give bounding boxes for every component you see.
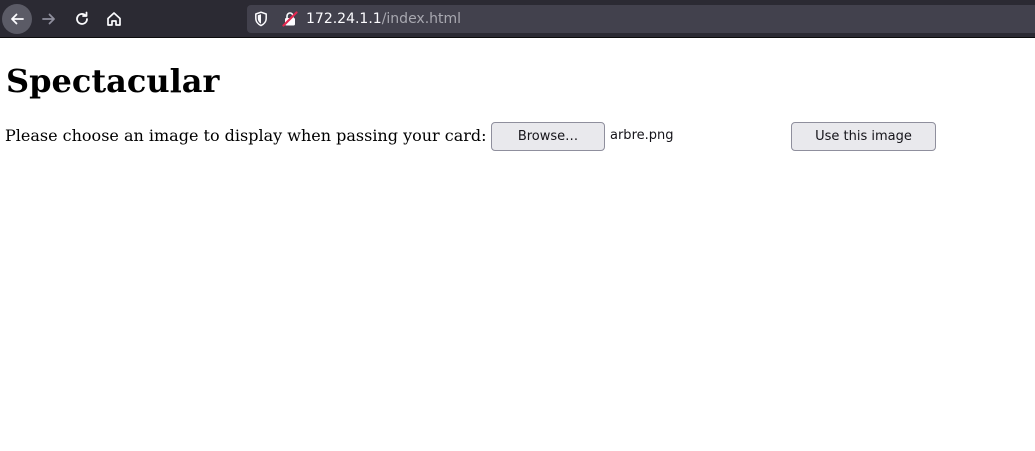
url-bar[interactable]: 172.24.1.1/index.html (247, 5, 1035, 33)
back-button[interactable] (2, 4, 32, 34)
home-button[interactable] (99, 4, 129, 34)
image-prompt-label: Please choose an image to display when p… (5, 126, 487, 145)
reload-icon (76, 11, 88, 25)
forward-button[interactable] (34, 4, 64, 34)
arrow-left-icon (11, 13, 24, 25)
arrow-right-icon (42, 13, 55, 25)
url-path: /index.html (381, 11, 462, 27)
url-text[interactable]: 172.24.1.1/index.html (306, 9, 461, 29)
reload-button[interactable] (67, 4, 97, 34)
home-icon (107, 12, 121, 26)
page-content: Spectacular Please choose an image to di… (0, 39, 1035, 451)
use-image-button[interactable]: Use this image (791, 122, 936, 151)
browser-toolbar: 172.24.1.1/index.html (0, 0, 1035, 38)
browse-button[interactable]: Browse… (491, 122, 605, 151)
selected-file-name: arbre.png (610, 128, 674, 143)
page-title: Spectacular (6, 62, 220, 100)
tracking-shield-icon[interactable] (253, 11, 269, 27)
insecure-lock-icon[interactable] (282, 11, 298, 27)
url-host: 172.24.1.1 (306, 11, 382, 27)
